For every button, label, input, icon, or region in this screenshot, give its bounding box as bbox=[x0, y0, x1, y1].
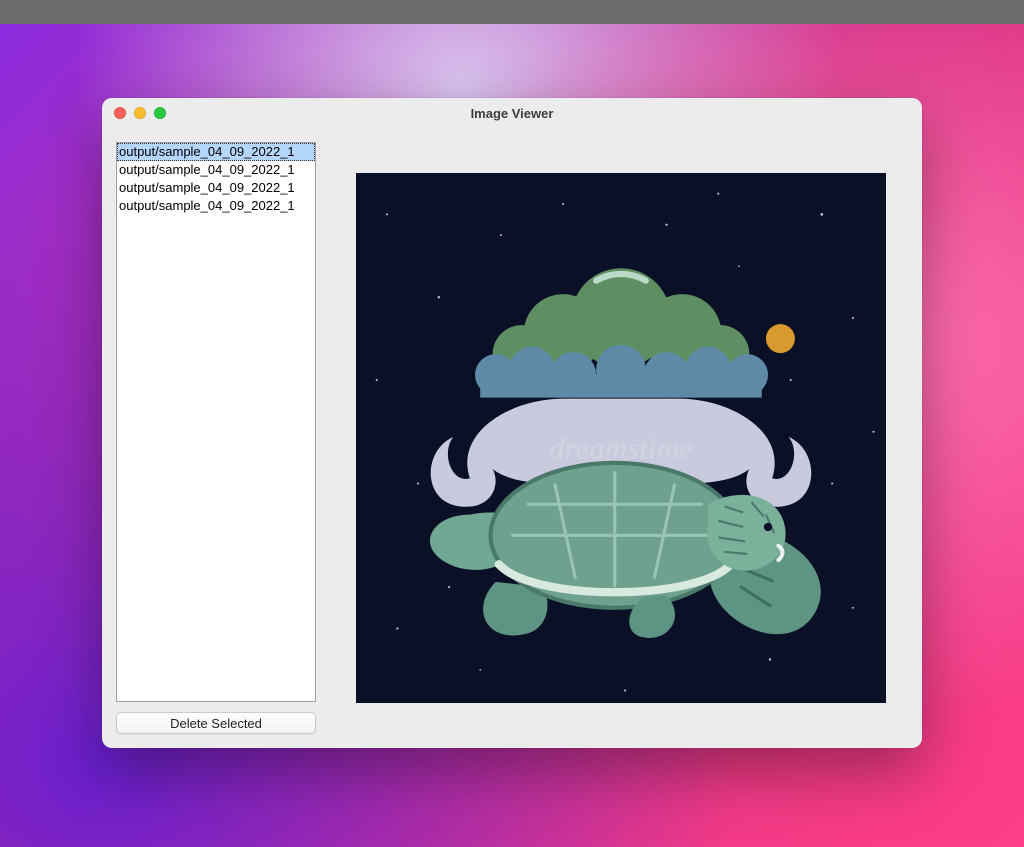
zoom-icon[interactable] bbox=[154, 107, 166, 119]
titlebar[interactable]: Image Viewer bbox=[102, 98, 922, 128]
close-icon[interactable] bbox=[114, 107, 126, 119]
image-preview: dreamstime bbox=[334, 142, 908, 734]
minimize-icon[interactable] bbox=[134, 107, 146, 119]
window-content: output/sample_04_09_2022_1 output/sample… bbox=[102, 128, 922, 748]
watermark-text: dreamstime bbox=[549, 431, 693, 466]
window-controls bbox=[114, 107, 166, 119]
file-listbox[interactable]: output/sample_04_09_2022_1 output/sample… bbox=[116, 142, 316, 702]
list-item[interactable]: output/sample_04_09_2022_1 bbox=[117, 179, 315, 197]
list-item[interactable]: output/sample_04_09_2022_1 bbox=[117, 161, 315, 179]
list-item[interactable]: output/sample_04_09_2022_1 bbox=[117, 143, 315, 161]
preview-image: dreamstime bbox=[356, 173, 886, 703]
desktop-wallpaper: Image Viewer output/sample_04_09_2022_1 … bbox=[0, 0, 1024, 847]
image-viewer-window: Image Viewer output/sample_04_09_2022_1 … bbox=[102, 98, 922, 748]
list-item[interactable]: output/sample_04_09_2022_1 bbox=[117, 197, 315, 215]
delete-selected-button[interactable]: Delete Selected bbox=[116, 712, 316, 734]
system-menubar bbox=[0, 0, 1024, 24]
sidebar: output/sample_04_09_2022_1 output/sample… bbox=[116, 142, 316, 734]
window-title: Image Viewer bbox=[102, 106, 922, 121]
